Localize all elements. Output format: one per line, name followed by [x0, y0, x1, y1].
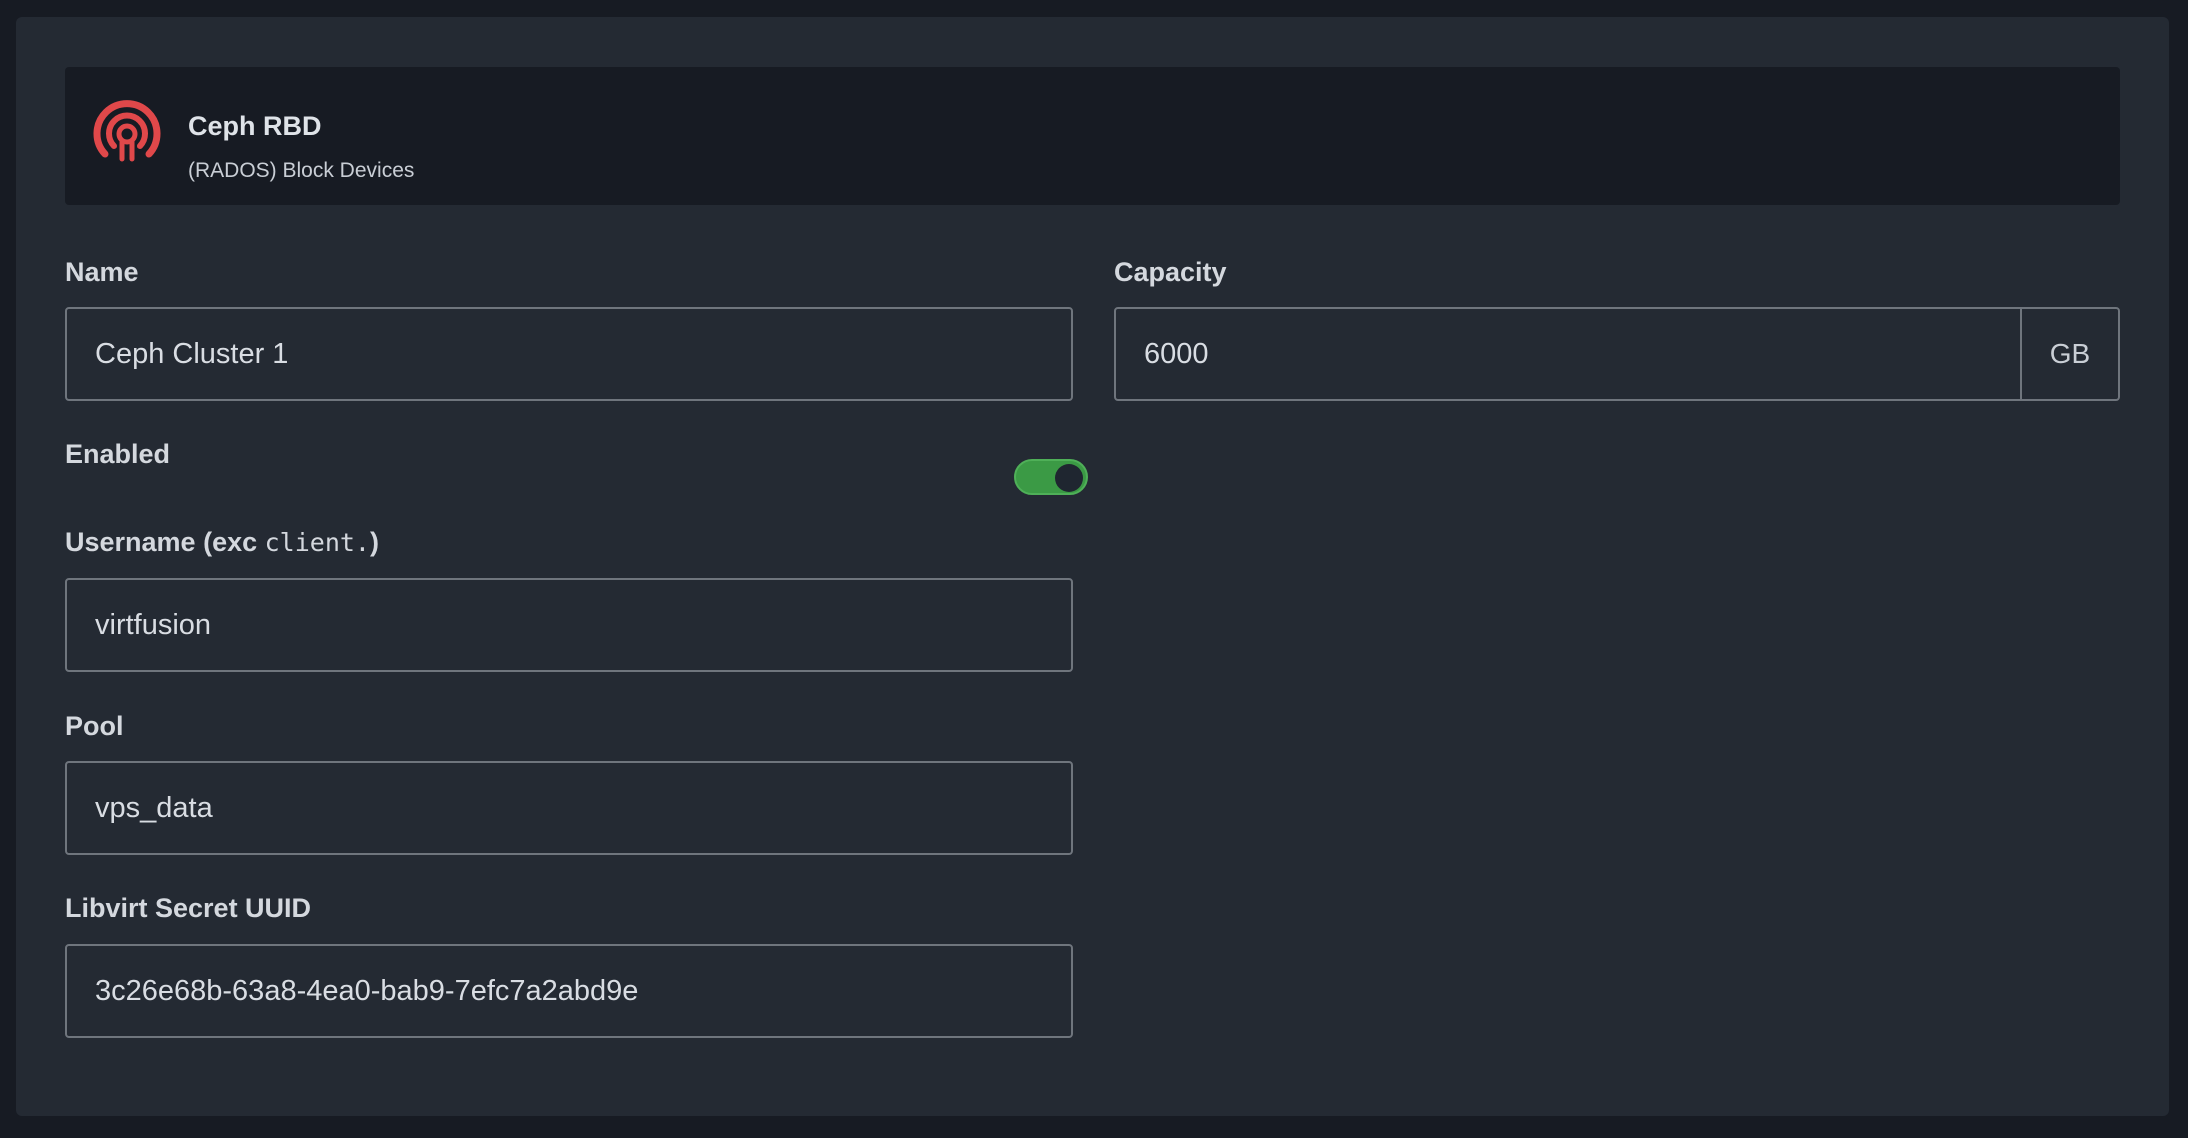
pool-label: Pool — [65, 711, 124, 741]
header-title: Ceph RBD — [188, 111, 322, 141]
secret-uuid-field[interactable] — [65, 944, 1073, 1038]
toggle-knob — [1055, 464, 1083, 492]
username-label-suffix: ) — [369, 527, 379, 557]
enabled-toggle[interactable] — [1014, 459, 1088, 495]
name-field[interactable] — [65, 307, 1073, 401]
pool-input[interactable] — [67, 763, 1071, 853]
storage-type-header: Ceph RBD (RADOS) Block Devices — [65, 67, 2120, 205]
header-subtitle: (RADOS) Block Devices — [188, 159, 415, 182]
pool-field[interactable] — [65, 761, 1073, 855]
username-label: Username (exc client.) — [65, 527, 379, 558]
capacity-label: Capacity — [1114, 257, 1227, 287]
secret-uuid-input[interactable] — [67, 946, 1071, 1036]
name-input[interactable] — [67, 309, 1071, 399]
storage-form-panel: Ceph RBD (RADOS) Block Devices Name Capa… — [16, 17, 2169, 1116]
name-label: Name — [65, 257, 139, 287]
capacity-input[interactable] — [1116, 309, 2020, 399]
username-input[interactable] — [67, 580, 1071, 670]
username-label-prefix: Username (exc — [65, 527, 265, 557]
capacity-field[interactable]: GB — [1114, 307, 2120, 401]
secret-uuid-label: Libvirt Secret UUID — [65, 893, 312, 923]
username-field[interactable] — [65, 578, 1073, 672]
ceph-logo-icon — [93, 100, 161, 162]
enabled-label: Enabled — [65, 439, 171, 469]
username-label-code: client. — [264, 528, 370, 557]
capacity-unit: GB — [2020, 309, 2118, 399]
